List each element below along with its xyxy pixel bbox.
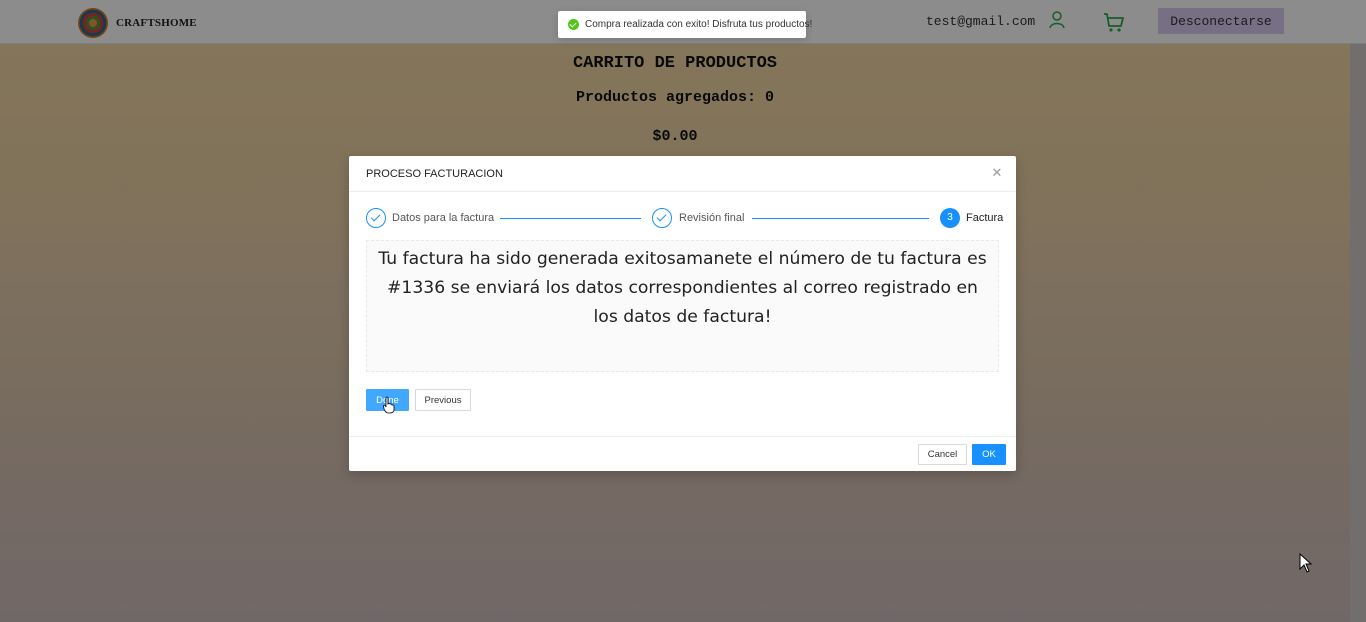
success-toast: Compra realizada con exito! Disfruta tus… — [558, 11, 812, 38]
step-connector-2 — [752, 218, 929, 219]
step-1-check-icon — [366, 208, 386, 228]
mouse-pointer-icon — [1299, 553, 1313, 573]
step-2-check-icon — [652, 208, 672, 228]
modal-title: PROCESO FACTURACION — [366, 168, 503, 180]
previous-button[interactable]: Previous — [415, 389, 471, 411]
step-connector-1 — [500, 218, 641, 219]
hand-pointer-cursor-icon — [383, 396, 395, 414]
ok-button[interactable]: OK — [972, 444, 1006, 465]
modal-footer: Cancel OK — [349, 436, 1016, 472]
invoice-result-message: Tu factura ha sido generada exitosamanet… — [378, 249, 987, 327]
close-icon[interactable]: ✕ — [991, 166, 1003, 179]
toast-message: Compra realizada con exito! Disfruta tus… — [585, 19, 813, 30]
check-circle-icon — [568, 19, 579, 30]
step-2-label: Revisión final — [679, 212, 745, 224]
billing-modal: PROCESO FACTURACION ✕ Datos para la fact… — [349, 156, 1016, 471]
modal-header: PROCESO FACTURACION ✕ — [349, 156, 1016, 192]
step-1-label: Datos para la factura — [392, 212, 495, 224]
step-3-label: Factura — [966, 212, 1004, 224]
cancel-button[interactable]: Cancel — [918, 444, 967, 465]
result-panel: Tu factura ha sido generada exitosamanet… — [366, 240, 999, 372]
step-3-number: 3 — [940, 208, 960, 228]
